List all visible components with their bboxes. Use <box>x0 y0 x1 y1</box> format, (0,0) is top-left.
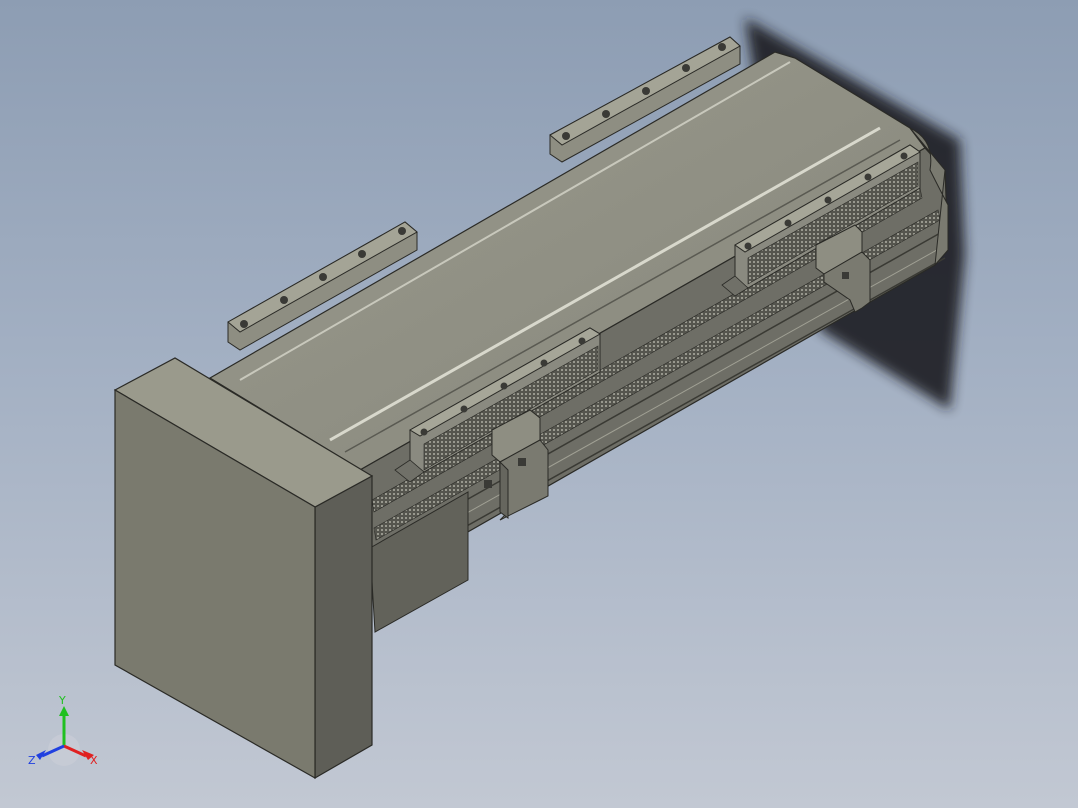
3d-viewport[interactable]: Y X Z <box>0 0 1078 808</box>
axis-triad: Y X Z <box>28 694 98 767</box>
y-axis-label: Y <box>58 694 66 707</box>
model-view[interactable] <box>0 0 1078 808</box>
x-axis-label: X <box>90 754 98 767</box>
z-axis-label: Z <box>28 754 36 767</box>
end-box-side-face[interactable] <box>314 474 373 780</box>
